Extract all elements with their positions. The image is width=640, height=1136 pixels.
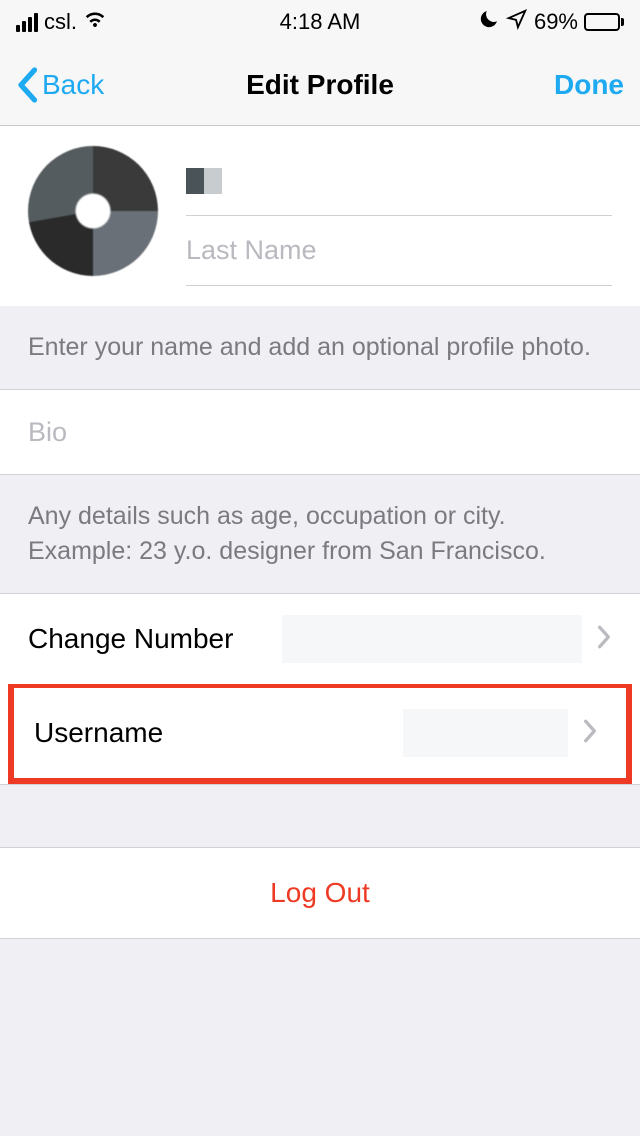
carrier-label: csl. (44, 9, 77, 35)
wifi-icon (83, 7, 107, 37)
logout-button[interactable]: Log Out (0, 848, 640, 938)
avatar[interactable] (28, 146, 158, 276)
battery-percent: 69% (534, 9, 578, 35)
name-helper-text: Enter your name and add an optional prof… (0, 306, 640, 389)
change-number-row[interactable]: Change Number (0, 594, 640, 684)
nav-bar: Back Edit Profile Done (0, 44, 640, 126)
avatar-image (28, 146, 158, 276)
name-fields (186, 146, 612, 286)
profile-section (0, 126, 640, 306)
bio-field[interactable] (28, 417, 612, 448)
done-button[interactable]: Done (554, 69, 624, 101)
status-time: 4:18 AM (280, 9, 361, 35)
do-not-disturb-icon (478, 8, 500, 36)
status-right: 69% (478, 8, 624, 36)
redacted-username (403, 709, 568, 757)
signal-icon (16, 13, 38, 32)
change-number-label: Change Number (28, 623, 282, 655)
bio-helper-text: Any details such as age, occupation or c… (0, 475, 640, 593)
logout-label: Log Out (270, 877, 370, 909)
last-name-field[interactable] (186, 216, 612, 286)
username-label: Username (34, 717, 403, 749)
bio-group (0, 389, 640, 475)
bio-cell[interactable] (0, 390, 640, 474)
back-button[interactable]: Back (16, 67, 104, 103)
status-bar: csl. 4:18 AM 69% (0, 0, 640, 44)
battery-icon (584, 13, 624, 31)
page-title: Edit Profile (246, 69, 394, 101)
redacted-first-name (186, 168, 222, 194)
back-label: Back (42, 69, 104, 101)
chevron-right-icon (582, 718, 598, 749)
chevron-left-icon (16, 67, 38, 103)
status-left: csl. (16, 7, 107, 37)
logout-group: Log Out (0, 847, 640, 939)
spacer (0, 785, 640, 847)
account-group: Change Number Username (0, 593, 640, 785)
chevron-right-icon (596, 624, 612, 655)
highlight-annotation: Username (8, 682, 632, 784)
username-row[interactable]: Username (14, 688, 626, 778)
location-icon (506, 8, 528, 36)
first-name-field[interactable] (186, 146, 612, 216)
redacted-phone-number (282, 615, 582, 663)
